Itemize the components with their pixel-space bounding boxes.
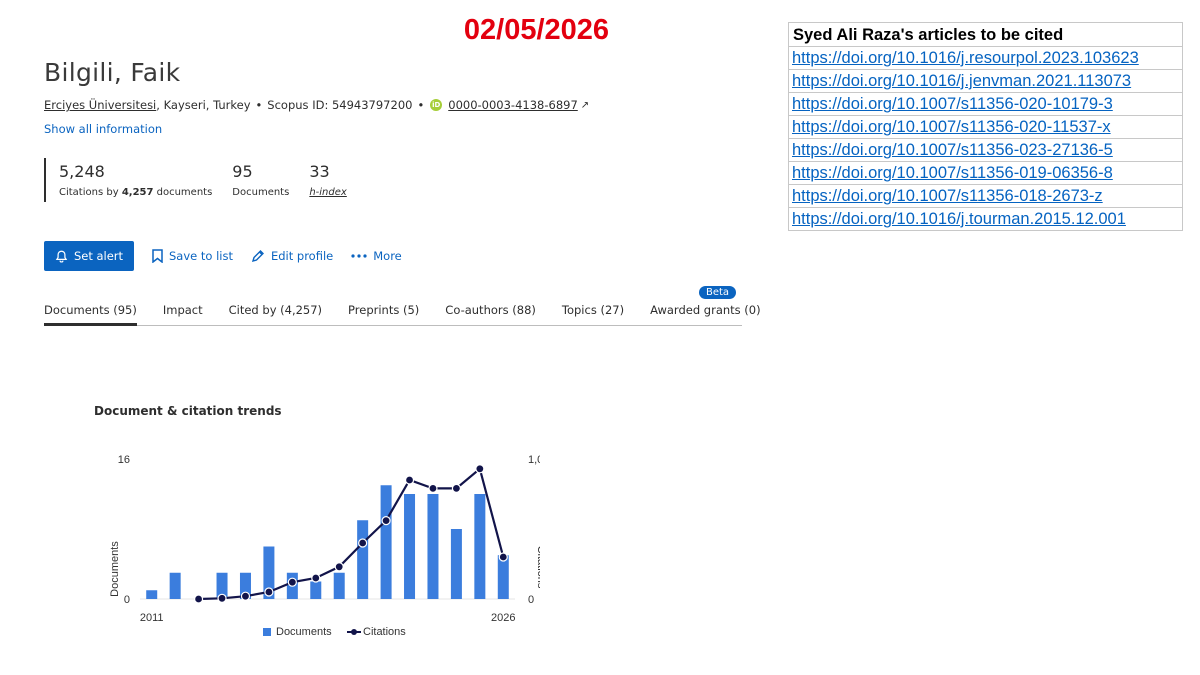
location-text: Kayseri, Turkey xyxy=(163,98,251,112)
documents-label: Documents xyxy=(232,187,290,198)
tab-preprints[interactable]: Preprints (5) xyxy=(348,303,419,325)
citations-point xyxy=(475,464,485,474)
reference-link[interactable]: https://doi.org/10.1007/s11356-023-27136… xyxy=(789,139,1182,162)
documents-bar xyxy=(357,520,369,599)
save-to-list-button[interactable]: Save to list xyxy=(152,249,233,263)
affiliation-line: Erciyes Üniversitesi, Kayseri, Turkey • … xyxy=(44,98,590,112)
references-title: Syed Ali Raza's articles to be cited xyxy=(789,23,1182,47)
left-axis-title: Documents xyxy=(109,541,121,597)
legend-documents-swatch xyxy=(263,628,271,636)
set-alert-button[interactable]: Set alert xyxy=(44,241,134,271)
author-name: Bilgili, Faik xyxy=(44,58,181,87)
references-box: Syed Ali Raza's articles to be cited htt… xyxy=(788,22,1183,231)
edit-profile-button[interactable]: Edit profile xyxy=(251,249,333,263)
citations-point xyxy=(217,593,227,603)
tab-awarded-grants[interactable]: Awarded grants (0) xyxy=(650,303,761,325)
citations-point xyxy=(240,591,251,601)
edit-profile-label: Edit profile xyxy=(270,249,334,263)
metric-h-index: 33 h-index xyxy=(309,158,346,202)
separator-dot: • xyxy=(417,98,425,112)
orcid-icon: iD xyxy=(430,99,443,111)
citations-value: 5,248 xyxy=(59,162,105,181)
chart-title: Document & citation trends xyxy=(94,404,282,418)
documents-bar xyxy=(380,485,392,599)
external-link-icon: ↗ xyxy=(580,99,590,111)
institution-link[interactable]: Erciyes Üniversitesi xyxy=(44,98,156,112)
citations-point xyxy=(428,483,438,494)
citations-point xyxy=(358,538,368,548)
documents-bar xyxy=(333,572,345,599)
citations-point xyxy=(264,587,274,597)
x-axis-start-label: 2011 xyxy=(140,612,164,624)
citations-point xyxy=(311,573,321,583)
reference-link[interactable]: https://doi.org/10.1007/s11356-018-2673-… xyxy=(789,185,1182,208)
bell-icon xyxy=(55,250,68,262)
metrics-panel: 5,248 Citations by 4,257 documents 95 Do… xyxy=(44,158,347,202)
reference-link[interactable]: https://doi.org/10.1016/j.jenvman.2021.1… xyxy=(789,70,1182,93)
reference-link[interactable]: https://doi.org/10.1016/j.resourpol.2023… xyxy=(789,47,1182,70)
right-axis-min-label: 0 xyxy=(528,594,534,606)
pencil-icon xyxy=(251,250,264,263)
scopus-id: Scopus ID: 54943797200 xyxy=(267,98,413,112)
x-axis-end-label: 2026 xyxy=(491,612,515,624)
separator-dot: • xyxy=(255,98,263,112)
set-alert-label: Set alert xyxy=(73,249,124,263)
documents-bar xyxy=(427,494,439,599)
more-dots-icon xyxy=(351,254,367,258)
right-axis-title: Citations xyxy=(535,546,540,589)
left-axis-min-label: 0 xyxy=(124,594,130,606)
legend-citations-marker xyxy=(351,629,357,635)
tab-documents[interactable]: Documents (95) xyxy=(44,303,137,326)
citations-point xyxy=(498,552,508,562)
metric-documents: 95 Documents xyxy=(232,158,289,202)
more-label: More xyxy=(373,249,402,263)
documents-bar xyxy=(169,572,181,599)
reference-link[interactable]: https://doi.org/10.1007/s11356-019-06356… xyxy=(789,162,1182,185)
save-to-list-label: Save to list xyxy=(169,249,233,263)
h-index-label[interactable]: h-index xyxy=(309,187,346,198)
beta-badge: Beta xyxy=(699,286,737,299)
citations-point xyxy=(334,562,344,572)
citations-label: Citations by 4,257 documents xyxy=(59,187,213,198)
reference-link[interactable]: https://doi.org/10.1016/j.tourman.2015.1… xyxy=(789,208,1182,230)
documents-bar xyxy=(404,494,416,599)
left-axis-max-label: 16 xyxy=(118,454,130,466)
h-index-value: 33 xyxy=(309,162,330,181)
profile-actions: Set alert Save to list Edit profile More xyxy=(44,241,402,271)
show-all-information-link[interactable]: Show all information xyxy=(44,122,162,136)
citations-point xyxy=(287,577,297,587)
legend-citations-label: Citations xyxy=(363,626,406,638)
documents-bar xyxy=(474,494,486,599)
documents-bar xyxy=(450,529,462,599)
citations-point xyxy=(451,483,462,494)
right-axis-max-label: 1,000 xyxy=(528,454,540,466)
reference-link[interactable]: https://doi.org/10.1007/s11356-020-10179… xyxy=(789,93,1182,116)
bookmark-icon xyxy=(152,249,163,263)
tab-co-authors[interactable]: Co-authors (88) xyxy=(445,303,536,325)
tab-impact[interactable]: Impact xyxy=(163,303,203,325)
orcid-link[interactable]: 0000-0003-4138-6897 xyxy=(448,98,578,112)
reference-link[interactable]: https://doi.org/10.1007/s11356-020-11537… xyxy=(789,116,1182,139)
trend-chart: 1601,0000DocumentsCitations20112026Docum… xyxy=(109,454,540,638)
documents-bar xyxy=(310,581,322,599)
metric-citations: 5,248 Citations by 4,257 documents xyxy=(59,158,212,202)
documents-bar xyxy=(146,590,158,599)
tab-cited-by[interactable]: Cited by (4,257) xyxy=(229,303,322,325)
documents-bar xyxy=(497,555,509,599)
tab-topics[interactable]: Topics (27) xyxy=(562,303,624,325)
legend-documents-label: Documents xyxy=(276,626,332,638)
documents-value: 95 xyxy=(232,162,253,181)
citations-point xyxy=(193,594,204,604)
citations-point xyxy=(404,475,415,485)
citations-point xyxy=(381,515,391,526)
more-button[interactable]: More xyxy=(351,249,402,263)
profile-tabs: Documents (95) Impact Cited by (4,257) P… xyxy=(44,303,761,326)
